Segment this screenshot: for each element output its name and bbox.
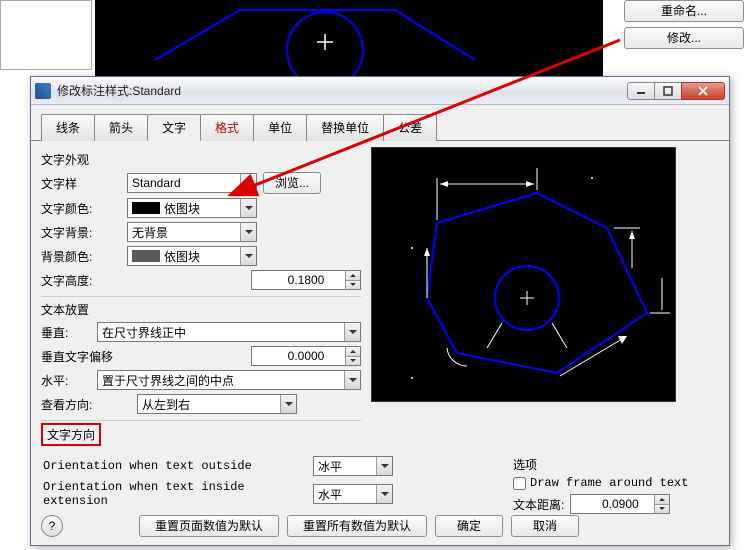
label-text-dist: 文本距离: bbox=[513, 496, 564, 513]
viewdir-value: 从左到右 bbox=[142, 396, 190, 413]
chevron-down-icon bbox=[344, 323, 360, 341]
vertical-value: 在尺寸界线正中 bbox=[102, 324, 186, 341]
reset-page-button[interactable]: 重置页面数值为默认 bbox=[139, 515, 279, 537]
tab-tolerance[interactable]: 公差 bbox=[383, 114, 437, 141]
label-orient-inside: Orientation when text inside extension bbox=[43, 480, 303, 508]
dimstyle-dialog: 修改标注样式:Standard 线条 箭头 文字 格式 单位 替换单位 公差 文… bbox=[30, 76, 730, 546]
spin-up-icon[interactable] bbox=[345, 271, 360, 281]
color-swatch-icon bbox=[132, 202, 160, 214]
combo-orient-inside[interactable]: 水平 bbox=[313, 484, 393, 504]
reset-all-button[interactable]: 重置所有数值为默认 bbox=[287, 515, 427, 537]
minimize-button[interactable] bbox=[627, 82, 655, 100]
group-placement: 文本放置 bbox=[41, 301, 361, 318]
titlebar: 修改标注样式:Standard bbox=[31, 77, 729, 105]
combo-viewdir[interactable]: 从左到右 bbox=[137, 394, 297, 414]
tab-units[interactable]: 单位 bbox=[253, 114, 307, 141]
bg-shape bbox=[95, 0, 603, 76]
tab-arrows[interactable]: 箭头 bbox=[94, 114, 148, 141]
cancel-button[interactable]: 取消 bbox=[511, 515, 579, 537]
group-orientation-highlight: 文字方向 bbox=[41, 423, 101, 446]
text-style-value: Standard bbox=[132, 176, 181, 190]
label-viewdir: 查看方向: bbox=[41, 396, 103, 413]
chevron-down-icon bbox=[240, 247, 256, 265]
browse-button[interactable]: 浏览... bbox=[263, 172, 321, 194]
label-horizontal: 水平: bbox=[41, 372, 91, 389]
label-vertical: 垂直: bbox=[41, 324, 91, 341]
label-bg-color: 背景颜色: bbox=[41, 248, 121, 265]
help-button[interactable]: ? bbox=[41, 515, 63, 537]
chevron-down-icon bbox=[376, 485, 392, 503]
tab-altunits[interactable]: 替换单位 bbox=[306, 114, 384, 141]
app-icon bbox=[35, 83, 51, 99]
close-button[interactable] bbox=[681, 82, 725, 100]
combo-horizontal[interactable]: 置于尺寸界线之间的中点 bbox=[97, 370, 361, 390]
preview-drawing bbox=[372, 148, 677, 403]
rename-button[interactable]: 重命名... bbox=[624, 0, 744, 22]
spin-up-icon[interactable] bbox=[345, 347, 360, 357]
label-text-style: 文字样 bbox=[41, 175, 121, 192]
text-bg-value: 无背景 bbox=[132, 224, 168, 241]
chevron-down-icon bbox=[280, 395, 296, 413]
chevron-down-icon bbox=[344, 371, 360, 389]
spin-down-icon[interactable] bbox=[345, 281, 360, 290]
combo-text-bg[interactable]: 无背景 bbox=[127, 222, 257, 242]
ok-button[interactable]: 确定 bbox=[435, 515, 503, 537]
dialog-title: 修改标注样式:Standard bbox=[57, 82, 628, 99]
horizontal-value: 置于尺寸界线之间的中点 bbox=[102, 372, 234, 389]
tab-strip: 线条 箭头 文字 格式 单位 替换单位 公差 bbox=[31, 105, 729, 141]
combo-orient-outside[interactable]: 冰平 bbox=[313, 456, 393, 476]
checkbox-drawframe[interactable] bbox=[513, 477, 526, 490]
input-text-dist[interactable]: 0.0900 bbox=[570, 494, 670, 514]
modify-button[interactable]: 修改... bbox=[624, 27, 744, 49]
chevron-down-icon bbox=[240, 223, 256, 241]
label-orient-outside: Orientation when text outside bbox=[43, 459, 303, 473]
spin-down-icon[interactable] bbox=[654, 505, 669, 514]
label-vert-offset: 垂直文字偏移 bbox=[41, 348, 121, 365]
thumbnail-panel bbox=[0, 0, 92, 70]
text-height-value: 0.1800 bbox=[288, 273, 325, 287]
combo-bg-color[interactable]: 依图块 bbox=[127, 246, 257, 266]
color-swatch-icon bbox=[132, 250, 160, 262]
label-drawframe: Draw frame around text bbox=[530, 476, 688, 490]
spin-up-icon[interactable] bbox=[654, 495, 669, 505]
bg-color-value: 依图块 bbox=[164, 248, 200, 265]
group-options: 选项 bbox=[513, 456, 717, 473]
label-text-color: 文字颜色: bbox=[41, 200, 121, 217]
chevron-down-icon bbox=[240, 174, 256, 192]
background-preview bbox=[95, 0, 603, 76]
chevron-down-icon bbox=[240, 199, 256, 217]
group-appearance: 文字外观 bbox=[41, 151, 361, 168]
chevron-down-icon bbox=[376, 457, 392, 475]
text-dist-value: 0.0900 bbox=[602, 497, 639, 511]
orient-inside-value: 水平 bbox=[318, 486, 342, 503]
label-text-height: 文字高度: bbox=[41, 272, 121, 289]
maximize-button[interactable] bbox=[654, 82, 682, 100]
spin-down-icon[interactable] bbox=[345, 357, 360, 366]
input-text-height[interactable]: 0.1800 bbox=[251, 270, 361, 290]
combo-text-color[interactable]: 依图块 bbox=[127, 198, 257, 218]
vert-offset-value: 0.0000 bbox=[288, 349, 325, 363]
text-color-value: 依图块 bbox=[164, 200, 200, 217]
input-vert-offset[interactable]: 0.0000 bbox=[251, 346, 361, 366]
label-text-bg: 文字背景: bbox=[41, 224, 121, 241]
combo-vertical[interactable]: 在尺寸界线正中 bbox=[97, 322, 361, 342]
preview-pane bbox=[371, 147, 676, 402]
tab-format[interactable]: 格式 bbox=[200, 114, 254, 141]
combo-text-style[interactable]: Standard bbox=[127, 173, 257, 193]
tab-lines[interactable]: 线条 bbox=[41, 114, 95, 141]
tab-text[interactable]: 文字 bbox=[147, 114, 201, 141]
orient-outside-value: 冰平 bbox=[318, 458, 342, 475]
